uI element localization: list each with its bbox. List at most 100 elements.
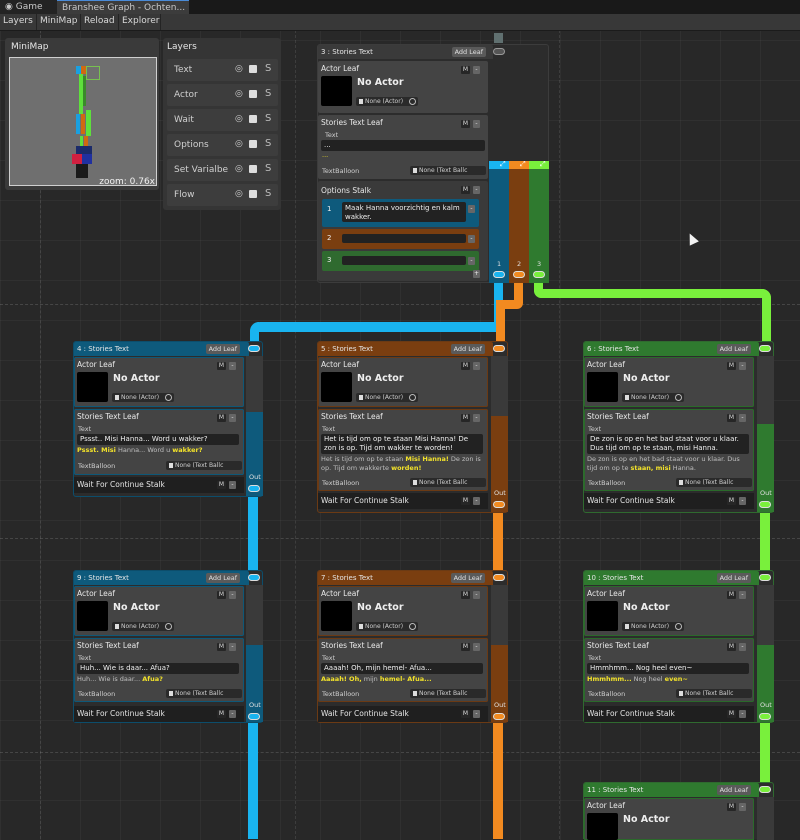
input-port[interactable]: [493, 574, 505, 581]
remove-leaf-button[interactable]: -: [739, 803, 746, 811]
textballoon-object-field[interactable]: None (Text Ballc: [410, 689, 486, 698]
wait-for-continue-stalk[interactable]: Wait For Continue Stalk M -: [584, 493, 754, 509]
m-button[interactable]: M: [217, 710, 226, 718]
toolbar-explorer-button[interactable]: Explorer: [119, 14, 161, 30]
actor-leaf[interactable]: Actor Leaf M - No Actor None (Actor): [318, 586, 488, 636]
actor-object-field[interactable]: None (Actor): [356, 393, 418, 402]
layer-toggle-checkbox[interactable]: [249, 165, 257, 173]
actor-leaf[interactable]: Actor Leaf M - No Actor None (Actor): [318, 61, 488, 113]
add-leaf-button[interactable]: Add Leaf: [716, 785, 751, 795]
text-input[interactable]: Huh... Wie is daar... Afua?: [77, 663, 239, 674]
actor-object-field[interactable]: None (Actor): [112, 393, 174, 402]
solo-icon[interactable]: S: [265, 63, 271, 74]
actor-leaf[interactable]: Actor Leaf M - No Actor: [584, 798, 754, 840]
textballoon-object-field[interactable]: None (Text Ballc: [410, 166, 486, 175]
remove-leaf-button[interactable]: -: [473, 66, 480, 74]
add-leaf-button[interactable]: Add Leaf: [205, 573, 240, 583]
text-input[interactable]: ...: [321, 140, 485, 151]
m-button[interactable]: M: [461, 66, 470, 74]
input-port[interactable]: [493, 345, 505, 352]
actor-object-field[interactable]: None (Actor): [356, 622, 418, 631]
output-port-1[interactable]: [493, 271, 505, 278]
wait-for-continue-stalk[interactable]: Wait For Continue Stalk M -: [74, 706, 244, 722]
object-picker-icon[interactable]: [675, 394, 682, 401]
output-port-3[interactable]: [533, 271, 545, 278]
expand-icon[interactable]: ⤢: [540, 160, 546, 169]
actor-object-field[interactable]: None (Actor): [622, 622, 684, 631]
wait-for-continue-stalk[interactable]: Wait For Continue Stalk M -: [318, 706, 488, 722]
remove-leaf-button[interactable]: -: [229, 643, 236, 651]
remove-leaf-button[interactable]: -: [473, 120, 480, 128]
tab-branshee-graph[interactable]: Branshee Graph - Ochten...: [57, 0, 189, 14]
remove-leaf-button[interactable]: -: [473, 710, 480, 718]
input-port[interactable]: [759, 786, 771, 793]
output-port[interactable]: [493, 501, 505, 508]
toolbar-reload-button[interactable]: Reload: [81, 14, 119, 30]
stories-text-leaf[interactable]: Stories Text Leaf M - Text ... ... TextB…: [318, 115, 488, 179]
object-picker-icon[interactable]: [409, 98, 416, 105]
textballoon-object-field[interactable]: None (Text Ballc: [676, 689, 752, 698]
m-button[interactable]: M: [217, 362, 226, 370]
output-port[interactable]: [248, 485, 260, 492]
m-button[interactable]: M: [727, 497, 736, 505]
story-node-6[interactable]: 6 : Stories Text Add Leaf Actor Leaf M -…: [583, 341, 774, 513]
remove-leaf-button[interactable]: -: [739, 710, 746, 718]
actor-leaf[interactable]: Actor Leaf M - No Actor None (Actor): [584, 586, 754, 636]
toolbar-minimap-button[interactable]: MiniMap: [37, 14, 81, 30]
m-button[interactable]: M: [217, 591, 226, 599]
object-picker-icon[interactable]: [165, 394, 172, 401]
expand-icon[interactable]: ⤢: [500, 160, 506, 169]
m-button[interactable]: M: [461, 186, 470, 194]
remove-leaf-button[interactable]: -: [473, 362, 480, 370]
m-button[interactable]: M: [461, 497, 470, 505]
option-item[interactable]: 3 -: [322, 251, 479, 271]
remove-leaf-button[interactable]: -: [229, 710, 236, 718]
remove-leaf-button[interactable]: -: [473, 414, 480, 422]
stories-text-leaf[interactable]: Stories Text Leaf M - Text Aaaah! Oh, mi…: [318, 638, 488, 702]
layer-toggle-checkbox[interactable]: [249, 90, 257, 98]
m-button[interactable]: M: [461, 362, 470, 370]
add-option-button[interactable]: +: [473, 270, 480, 278]
remove-leaf-button[interactable]: -: [739, 414, 746, 422]
textballoon-object-field[interactable]: None (Text Ballc: [410, 478, 486, 487]
eye-icon[interactable]: ◎: [235, 64, 243, 74]
eye-icon[interactable]: ◎: [235, 139, 243, 149]
solo-icon[interactable]: S: [265, 163, 271, 174]
text-input[interactable]: Pssst.. Misi Hanna... Word u wakker?: [77, 434, 239, 445]
story-node-4[interactable]: 4 : Stories Text Add Leaf Actor Leaf M -…: [73, 341, 263, 497]
layer-toggle-checkbox[interactable]: [249, 115, 257, 123]
remove-option-button[interactable]: -: [468, 205, 475, 213]
remove-leaf-button[interactable]: -: [229, 591, 236, 599]
wait-for-continue-stalk[interactable]: Wait For Continue Stalk M -: [584, 706, 754, 722]
object-picker-icon[interactable]: [675, 623, 682, 630]
text-input[interactable]: Hmmhmm... Nog heel even~: [587, 663, 749, 674]
eye-icon[interactable]: ◎: [235, 164, 243, 174]
toolbar-layers-button[interactable]: Layers: [0, 14, 37, 30]
m-button[interactable]: M: [461, 643, 470, 651]
options-stalk[interactable]: Options Stalk M - 1 Maak Hanna voorzicht…: [318, 181, 488, 281]
add-leaf-button[interactable]: Add Leaf: [450, 573, 485, 583]
add-leaf-button[interactable]: Add Leaf: [450, 344, 485, 354]
remove-option-button[interactable]: -: [468, 235, 475, 243]
add-leaf-button[interactable]: Add Leaf: [716, 344, 751, 354]
minimap-view[interactable]: [9, 57, 157, 186]
remove-leaf-button[interactable]: -: [229, 481, 236, 489]
story-node-9[interactable]: 9 : Stories Text Add Leaf Actor Leaf M -…: [73, 570, 263, 723]
remove-leaf-button[interactable]: -: [739, 362, 746, 370]
m-button[interactable]: M: [727, 803, 736, 811]
option-text-input[interactable]: [342, 256, 466, 265]
expand-icon[interactable]: ⤢: [520, 160, 526, 169]
m-button[interactable]: M: [217, 414, 226, 422]
object-picker-icon[interactable]: [409, 623, 416, 630]
layer-toggle-checkbox[interactable]: [249, 190, 257, 198]
eye-icon[interactable]: ◎: [235, 189, 243, 199]
story-node-11[interactable]: 11 : Stories Text Add Leaf Actor Leaf M …: [583, 782, 774, 840]
remove-leaf-button[interactable]: -: [739, 591, 746, 599]
input-port[interactable]: [494, 33, 503, 43]
m-button[interactable]: M: [461, 120, 470, 128]
layer-toggle-checkbox[interactable]: [249, 65, 257, 73]
stories-text-leaf[interactable]: Stories Text Leaf M - Text Pssst.. Misi …: [74, 409, 244, 475]
input-port[interactable]: [248, 574, 260, 581]
remove-leaf-button[interactable]: -: [229, 414, 236, 422]
add-leaf-button[interactable]: Add Leaf: [205, 344, 240, 354]
